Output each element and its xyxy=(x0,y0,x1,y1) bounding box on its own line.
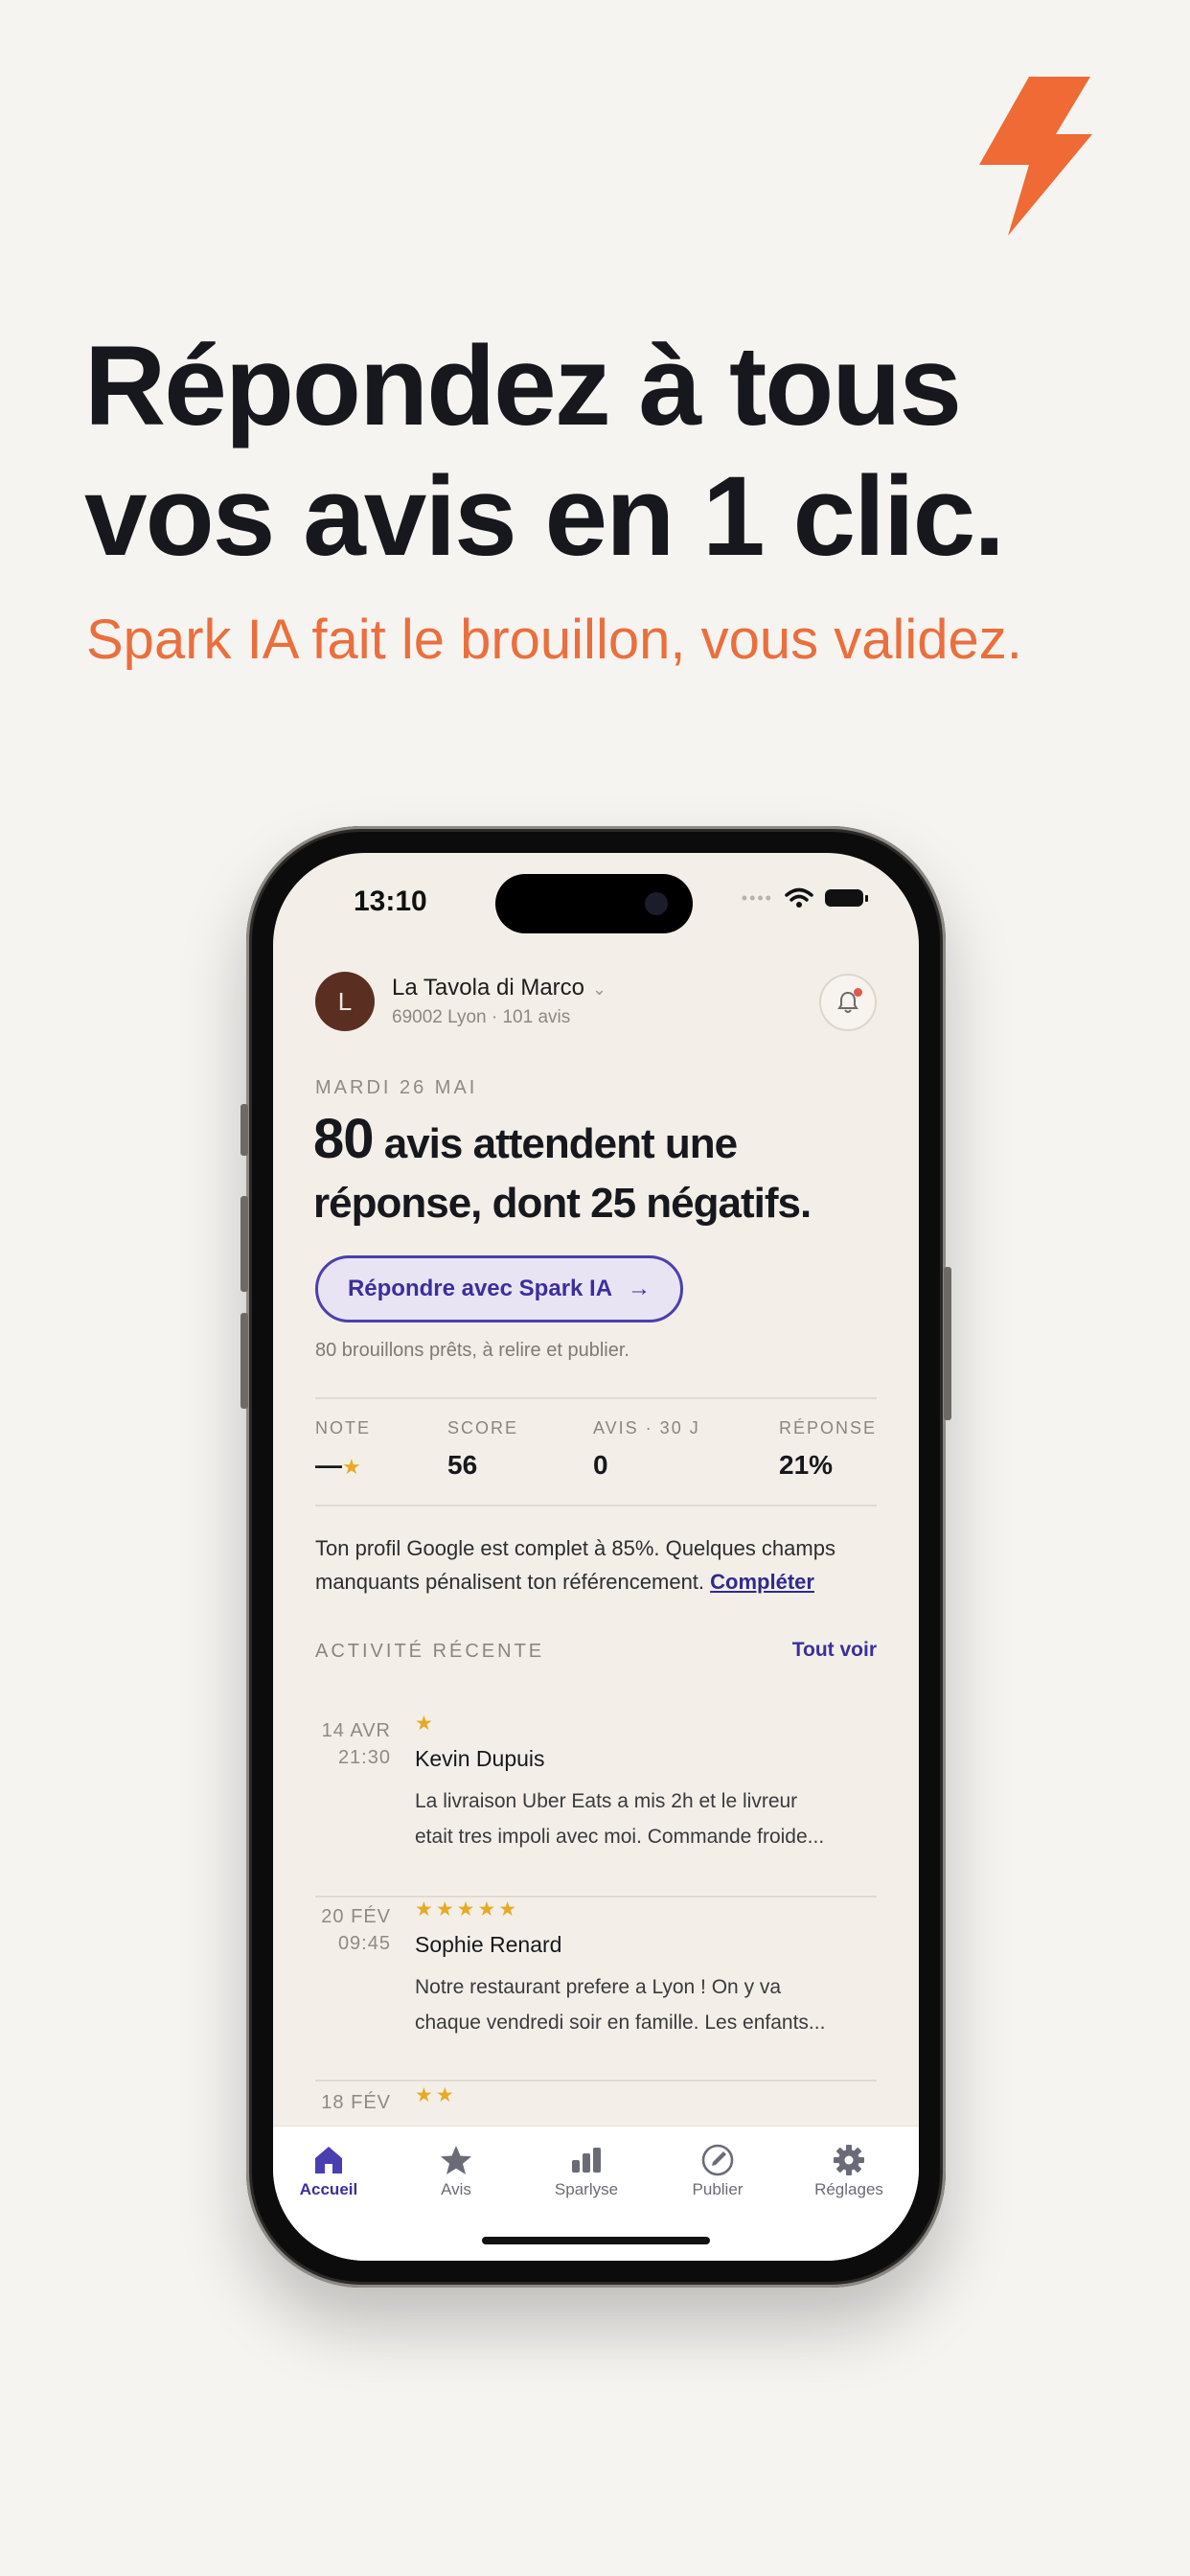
gear-icon xyxy=(834,2145,864,2175)
reviewer-name: Sophie Renard xyxy=(415,1932,562,1957)
review-body: ★ Kevin Dupuis La livraison Uber Eats a … xyxy=(415,1712,877,1854)
stat-label: AVIS · 30 J xyxy=(593,1418,700,1438)
divider xyxy=(315,2080,877,2082)
stat-reviews-30d: AVIS · 30 J 0 xyxy=(593,1418,700,1481)
phone-screen: 13:10 •••• L La Tavola di Marco ⌄ 69002 L… xyxy=(273,853,919,2261)
headline-line-2: vos avis en 1 clic. xyxy=(84,453,1005,580)
review-body: ★★ xyxy=(415,2083,877,2108)
review-time: 21:30 xyxy=(337,1747,391,1768)
divider xyxy=(315,1505,877,1506)
stat-response-rate: RÉPONSE 21% xyxy=(779,1418,877,1481)
star-rating: ★★ xyxy=(415,2084,457,2106)
review-line: etait tres impoli avec moi. Commande fro… xyxy=(415,1826,825,1848)
pending-title-text: avis attendent une réponse, dont 25 néga… xyxy=(313,1120,812,1227)
tab-accueil[interactable]: Accueil xyxy=(273,2140,386,2199)
home-icon xyxy=(315,2147,342,2174)
headline-line-1: Répondez à tous xyxy=(84,323,962,449)
pending-count: 80 xyxy=(313,1108,375,1170)
reviewer-name: Kevin Dupuis xyxy=(415,1746,545,1771)
review-line: La livraison Uber Eats a mis 2h et le li… xyxy=(415,1790,798,1812)
profile-completion-message: Ton profil Google est complet à 85%. Que… xyxy=(315,1531,890,1598)
volume-up-button xyxy=(240,1196,248,1292)
home-indicator[interactable] xyxy=(482,2237,710,2244)
reply-with-spark-button[interactable]: Répondre avec Spark IA → xyxy=(315,1255,683,1322)
star-rating: ★★★★★ xyxy=(415,1898,520,1920)
star-rating: ★ xyxy=(415,1713,436,1735)
status-icons: •••• xyxy=(741,887,868,908)
volume-down-button xyxy=(240,1313,248,1409)
stat-label: RÉPONSE xyxy=(779,1418,878,1438)
review-item[interactable]: 20 FÉV 09:45 ★★★★★ Sophie Renard Notre r… xyxy=(315,1898,877,2072)
review-date: 20 FÉV 09:45 xyxy=(315,1903,391,1957)
tab-sparlyse[interactable]: Sparlyse xyxy=(529,2140,644,2199)
lightning-bolt-icon xyxy=(979,77,1092,236)
tab-label: Publier xyxy=(692,2180,744,2198)
hero-headline: Répondez à tous vos avis en 1 clic. xyxy=(84,321,1138,582)
recent-activity-heading: ACTIVITÉ RÉCENTE xyxy=(315,1641,545,1662)
stats-row: NOTE —★ SCORE 56 AVIS · 30 J 0 RÉPONSE 2… xyxy=(315,1418,877,1505)
review-date: 18 FÉV xyxy=(315,2089,391,2116)
wifi-icon xyxy=(785,887,813,908)
stat-value: 56 xyxy=(447,1450,478,1480)
drafts-note: 80 brouillons prêts, à relire et publier… xyxy=(315,1340,629,1361)
business-name-text: La Tavola di Marco xyxy=(392,975,584,1000)
battery-icon xyxy=(825,889,868,907)
notifications-button[interactable] xyxy=(819,974,877,1031)
review-date: 14 AVR 21:30 xyxy=(315,1717,391,1771)
stat-label: NOTE xyxy=(315,1418,372,1438)
action-button xyxy=(240,1104,248,1156)
status-time: 13:10 xyxy=(354,886,427,917)
tab-label: Accueil xyxy=(299,2180,358,2198)
dynamic-island xyxy=(495,874,693,933)
stat-value: 21% xyxy=(779,1450,834,1480)
review-day: 18 FÉV xyxy=(321,2092,391,2113)
star-icon: ★ xyxy=(342,1455,361,1479)
review-day: 20 FÉV xyxy=(321,1906,391,1927)
compose-icon xyxy=(701,2144,734,2176)
notification-badge xyxy=(854,988,862,997)
chevron-down-icon: ⌄ xyxy=(592,979,607,999)
review-item[interactable]: 14 AVR 21:30 ★ Kevin Dupuis La livraison… xyxy=(315,1713,877,1886)
stat-value-text: — xyxy=(315,1450,342,1480)
signal-dots-icon: •••• xyxy=(741,887,773,908)
stat-value: —★ xyxy=(315,1450,371,1481)
power-button xyxy=(944,1267,951,1420)
business-switcher[interactable]: L La Tavola di Marco ⌄ 69002 Lyon · 101 a… xyxy=(315,972,606,1031)
tab-avis[interactable]: Avis xyxy=(399,2140,514,2199)
stat-note: NOTE —★ xyxy=(315,1418,371,1481)
see-all-link[interactable]: Tout voir xyxy=(792,1639,877,1662)
tab-label: Avis xyxy=(441,2180,471,2198)
review-line: Notre restaurant prefere a Lyon ! On y v… xyxy=(415,1976,782,1998)
business-meta: 69002 Lyon · 101 avis xyxy=(392,1007,571,1027)
pending-reviews-title: 80 avis attendent une réponse, dont 25 n… xyxy=(313,1110,888,1233)
review-line: chaque vendredi soir en famille. Les enf… xyxy=(415,2012,826,2034)
bar-chart-icon xyxy=(572,2148,601,2173)
review-item[interactable]: 18 FÉV ★★ xyxy=(315,2084,877,2128)
stat-value: 0 xyxy=(593,1450,608,1480)
complete-profile-link[interactable]: Compléter xyxy=(710,1570,814,1594)
business-name: La Tavola di Marco ⌄ xyxy=(392,975,606,1001)
stat-label: SCORE xyxy=(447,1418,519,1438)
hero-subline: Spark IA fait le brouillon, vous validez… xyxy=(86,609,1022,671)
divider xyxy=(315,1397,877,1399)
phone-mockup: 13:10 •••• L La Tavola di Marco ⌄ 69002 L… xyxy=(240,826,951,2288)
cta-label: Répondre avec Spark IA xyxy=(347,1276,613,1301)
tab-publier[interactable]: Publier xyxy=(660,2140,775,2199)
arrow-right-icon: → xyxy=(628,1276,652,1301)
review-day: 14 AVR xyxy=(321,1720,391,1741)
business-avatar: L xyxy=(315,972,375,1031)
review-body: ★★★★★ Sophie Renard Notre restaurant pre… xyxy=(415,1898,877,2040)
current-date: MARDI 26 MAI xyxy=(315,1077,478,1098)
review-excerpt: La livraison Uber Eats a mis 2h et le li… xyxy=(415,1783,877,1854)
tab-label: Sparlyse xyxy=(554,2180,619,2198)
review-time: 09:45 xyxy=(337,1933,391,1954)
stat-score: SCORE 56 xyxy=(447,1418,518,1481)
tab-reglages[interactable]: Réglages xyxy=(791,2140,906,2199)
review-excerpt: Notre restaurant prefere a Lyon ! On y v… xyxy=(415,1969,877,2040)
star-icon xyxy=(441,2146,471,2174)
tab-label: Réglages xyxy=(814,2180,883,2198)
